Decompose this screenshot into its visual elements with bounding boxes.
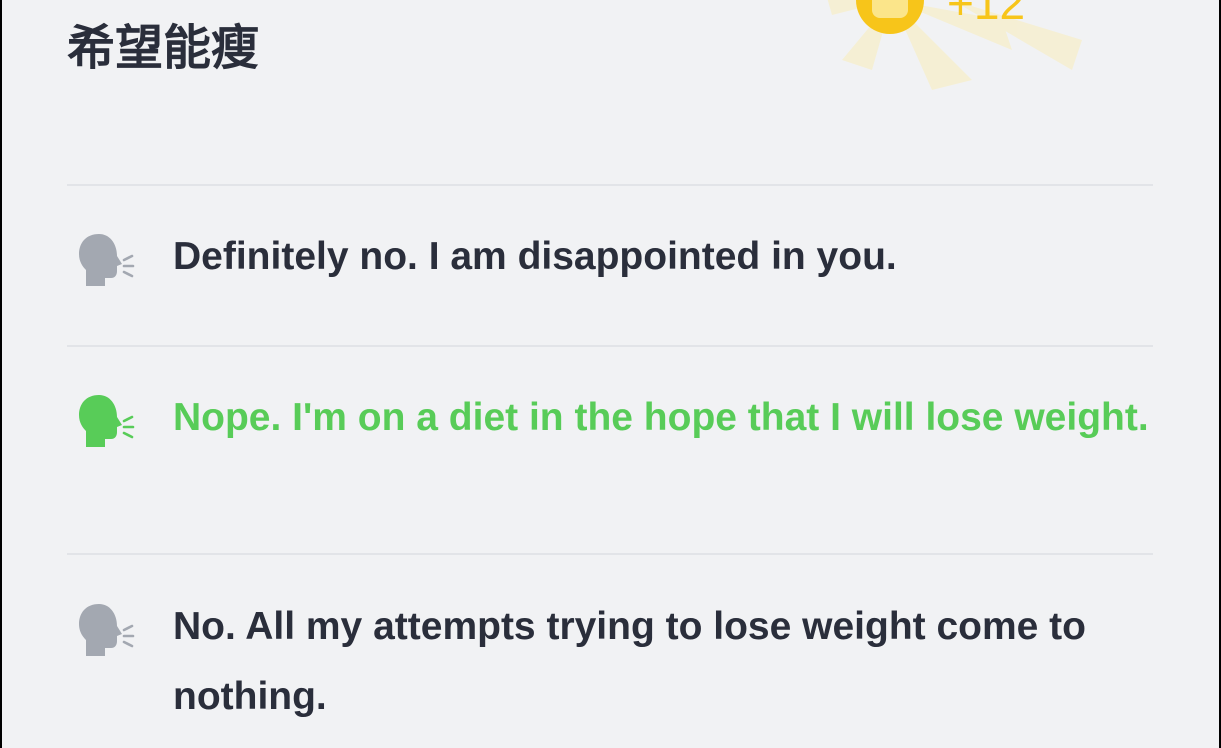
- divider: [67, 345, 1153, 347]
- reward-points: +12: [947, 0, 1026, 29]
- divider: [67, 553, 1153, 555]
- speaking-head-icon: [77, 232, 135, 288]
- answer-option-label: Nope. I'm on a diet in the hope that I w…: [173, 396, 1149, 439]
- divider: [67, 184, 1153, 186]
- reward-burst: +12: [802, 0, 1132, 110]
- answer-option-label: Definitely no. I am disappointed in you.: [173, 235, 897, 278]
- answer-option-label: No. All my attempts trying to lose weigh…: [173, 605, 1086, 718]
- lesson-card: +12 希望能瘦 Definitely no. I am disappointe…: [2, 0, 1219, 748]
- speaking-head-icon: [77, 602, 135, 658]
- page-title: 希望能瘦: [67, 20, 260, 76]
- speaking-head-icon: [77, 393, 135, 449]
